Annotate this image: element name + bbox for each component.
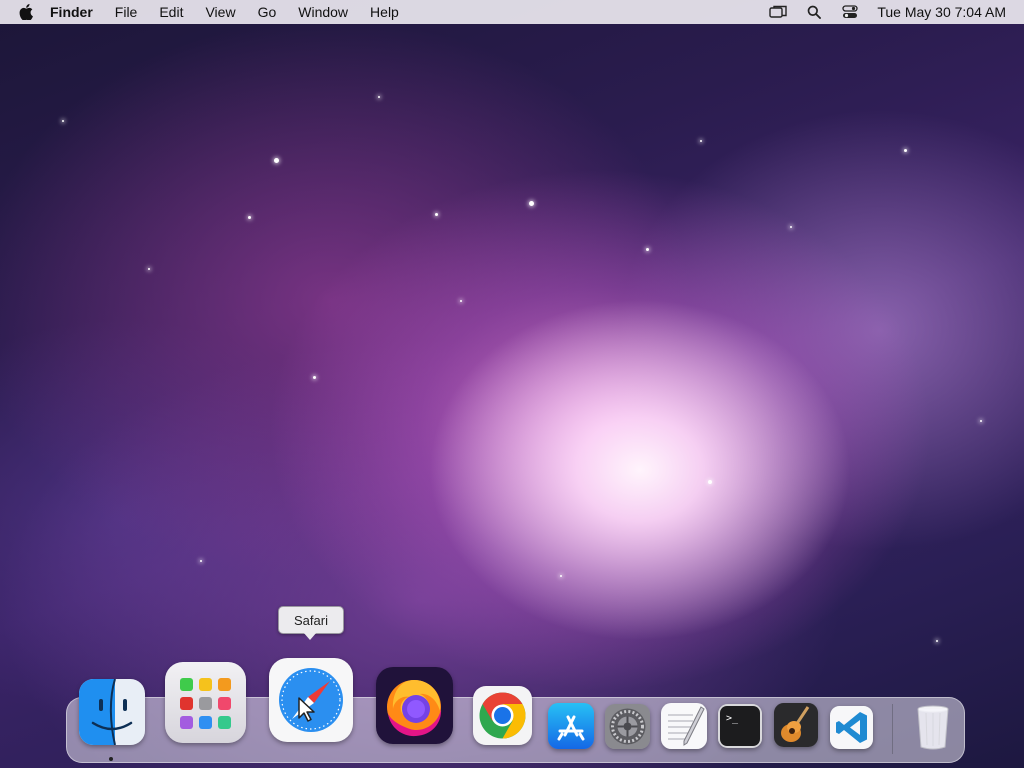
star bbox=[904, 149, 907, 152]
menu-app-name[interactable]: Finder bbox=[50, 4, 93, 20]
star bbox=[529, 201, 534, 206]
star bbox=[248, 216, 251, 219]
star bbox=[936, 640, 938, 642]
menu-bar: Finder File Edit View Go Window Help Tue… bbox=[0, 0, 1024, 24]
menu-go[interactable]: Go bbox=[258, 4, 277, 20]
control-center-icon[interactable] bbox=[841, 3, 859, 21]
star bbox=[460, 300, 462, 302]
screen-mirroring-icon[interactable] bbox=[769, 3, 788, 21]
star bbox=[435, 213, 438, 216]
star bbox=[274, 158, 279, 163]
spotlight-search-icon[interactable] bbox=[805, 3, 823, 21]
finder-icon[interactable] bbox=[79, 679, 145, 745]
terminal-icon[interactable]: >_ bbox=[718, 704, 762, 748]
menu-view[interactable]: View bbox=[205, 4, 235, 20]
star bbox=[313, 376, 316, 379]
finder-running-indicator bbox=[109, 757, 113, 761]
menu-edit[interactable]: Edit bbox=[159, 4, 183, 20]
menu-window[interactable]: Window bbox=[298, 4, 348, 20]
star bbox=[378, 96, 380, 98]
menu-bar-status-area: Tue May 30 7:04 AM bbox=[751, 0, 1006, 24]
garageband-icon[interactable] bbox=[774, 703, 818, 747]
launchpad-icon[interactable] bbox=[165, 662, 246, 743]
textedit-icon[interactable] bbox=[661, 703, 707, 749]
dock-tooltip: Safari bbox=[278, 606, 344, 634]
menu-help[interactable]: Help bbox=[370, 4, 399, 20]
system-preferences-icon[interactable] bbox=[605, 704, 650, 749]
firefox-icon[interactable] bbox=[376, 667, 453, 744]
dock-separator bbox=[892, 704, 893, 754]
dock-tooltip-label: Safari bbox=[294, 612, 328, 628]
apple-menu-icon[interactable] bbox=[16, 0, 36, 24]
star bbox=[790, 226, 792, 228]
terminal-prompt-glyph: >_ bbox=[726, 713, 739, 724]
star bbox=[980, 420, 982, 422]
trash-icon[interactable] bbox=[912, 703, 954, 751]
star bbox=[708, 480, 712, 484]
vscode-icon[interactable] bbox=[830, 706, 873, 749]
star bbox=[700, 140, 702, 142]
desktop[interactable]: Finder File Edit View Go Window Help Tue… bbox=[0, 0, 1024, 768]
safari-icon[interactable] bbox=[269, 658, 353, 742]
app-store-icon[interactable] bbox=[548, 703, 594, 749]
star bbox=[560, 575, 562, 577]
menu-file[interactable]: File bbox=[115, 4, 138, 20]
star bbox=[148, 268, 150, 270]
star bbox=[62, 120, 64, 122]
menu-bar-clock[interactable]: Tue May 30 7:04 AM bbox=[877, 4, 1006, 20]
chrome-icon[interactable] bbox=[473, 686, 532, 745]
dock-tooltip-arrow bbox=[303, 632, 317, 640]
star bbox=[646, 248, 649, 251]
star bbox=[200, 560, 202, 562]
